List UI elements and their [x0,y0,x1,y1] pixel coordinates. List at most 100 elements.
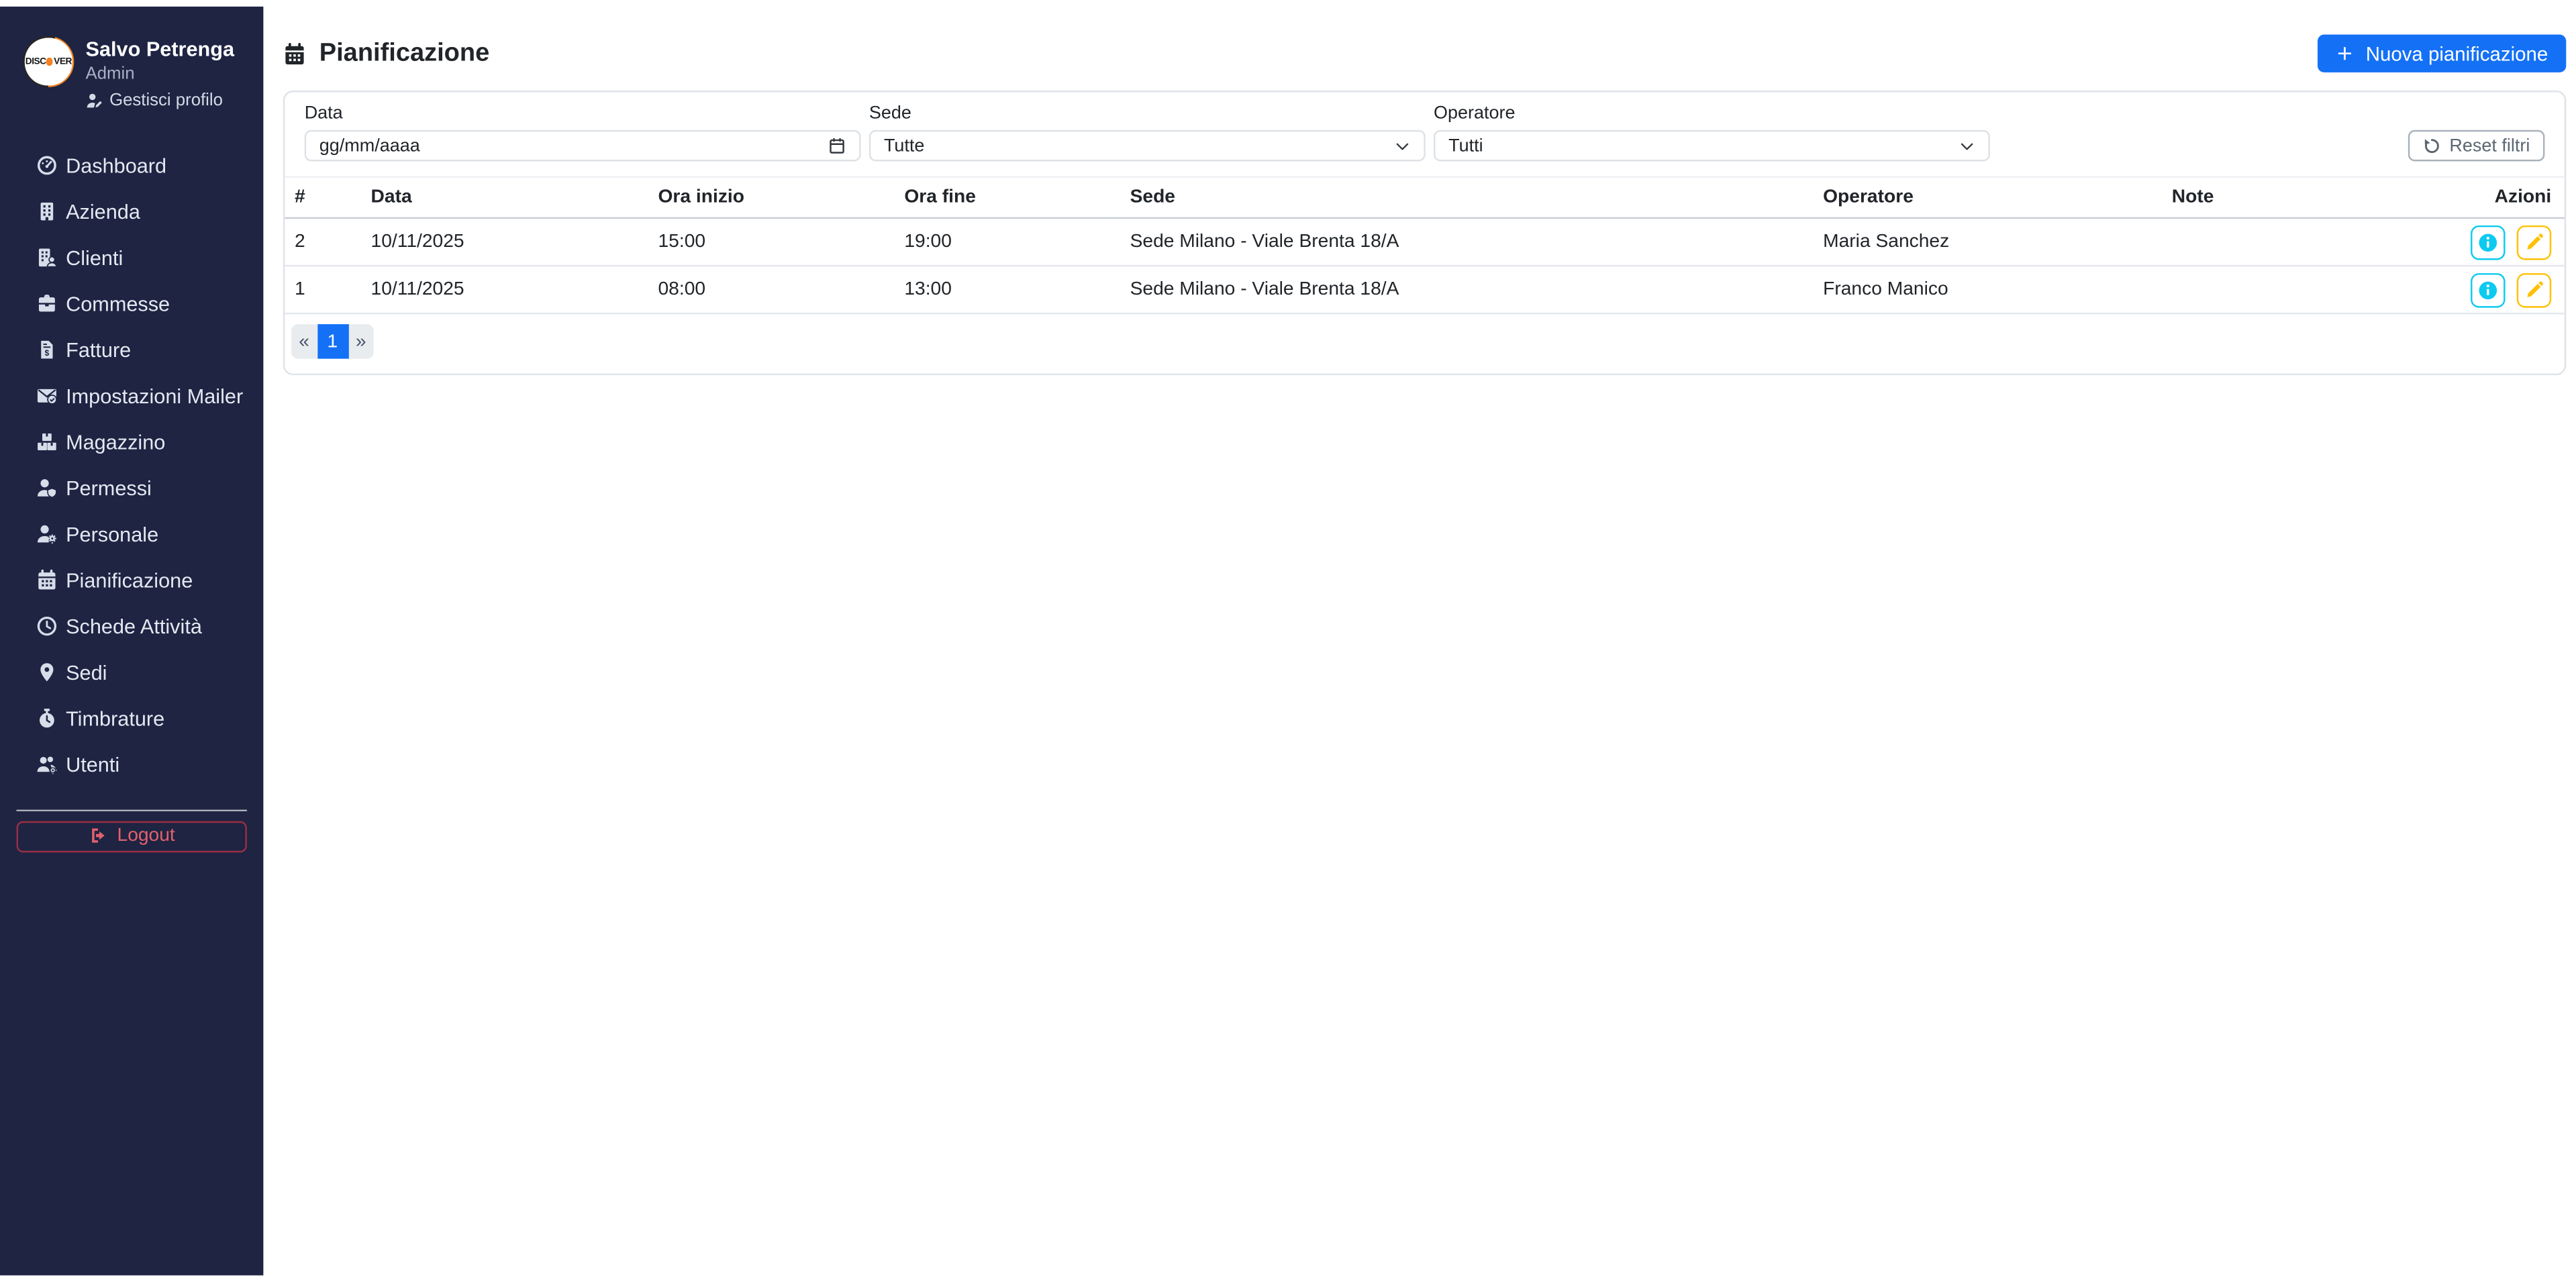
discover-logo: DISCVER [26,38,72,85]
sidebar-item-clienti[interactable]: Clienti [0,234,263,280]
pagination-page-1[interactable]: 1 [317,324,348,359]
manage-profile-link[interactable]: Gestisci profilo [86,91,235,111]
chevron-down-icon [1959,138,1975,154]
table-row: 210/11/202515:0019:00Sede Milano - Viale… [285,218,2565,266]
cell-num: 2 [285,218,358,266]
cell-num: 1 [285,266,358,313]
operatore-select[interactable]: Tutti [1434,130,1990,162]
sidebar-item-magazzino[interactable]: Magazzino [0,419,263,465]
user-gear-icon [35,523,58,545]
cell-note [2159,266,2441,313]
user-pen-icon [86,93,103,110]
column-header-operatore: Operatore [1810,178,2159,218]
users-gear-icon [35,754,58,775]
table-row: 110/11/202508:0013:00Sede Milano - Viale… [285,266,2565,313]
sidebar-item-pianificazione[interactable]: Pianificazione [0,557,263,603]
sidebar-item-fatture[interactable]: $Fatture [0,327,263,373]
sidebar-item-label: Utenti [66,753,119,776]
boxes-icon [35,431,58,453]
filters-bar: Data Sede Tutte Operatore [285,92,2565,178]
column-header-num: # [285,178,358,218]
sidebar-item-sedi[interactable]: Sedi [0,649,263,695]
pagination: «1» [291,324,2565,359]
cell-operatore: Franco Manico [1810,266,2159,313]
sidebar-item-azienda[interactable]: Azienda [0,189,263,235]
page-title: Pianificazione [283,39,489,68]
sidebar-item-dashboard[interactable]: Dashboard [0,142,263,189]
logout-label: Logout [117,826,175,846]
sidebar-item-label: Personale [66,523,158,546]
logout-button[interactable]: Logout [17,821,247,852]
svg-text:$: $ [44,348,48,358]
sidebar-item-label: Dashboard [66,154,166,176]
sidebar: DISCVER Salvo Petrenga Admin Gestisci pr… [0,7,263,1276]
cell-azioni [2441,218,2565,266]
sidebar-item-label: Impostazioni Mailer [66,385,243,407]
edit-button[interactable] [2517,272,2552,307]
circle-info-icon [2477,232,2499,253]
sidebar-item-label: Pianificazione [66,568,193,591]
cell-sede: Sede Milano - Viale Brenta 18/A [1117,266,1810,313]
avatar: DISCVER [23,36,74,87]
manage-profile-label: Gestisci profilo [109,91,223,111]
operatore-filter-label: Operatore [1434,104,1990,123]
date-input[interactable] [305,130,861,162]
sidebar-item-utenti[interactable]: Utenti [0,741,263,788]
profile-block: DISCVER Salvo Petrenga Admin Gestisci pr… [0,7,263,111]
cell-data: 10/11/2025 [358,218,645,266]
date-filter-label: Data [305,104,861,123]
plus-icon [2336,44,2355,62]
new-planning-button[interactable]: Nuova pianificazione [2318,35,2567,72]
file-invoice-icon: $ [35,339,58,360]
location-pin-icon [35,662,58,683]
column-header-ora-fine: Ora fine [891,178,1117,218]
sidebar-item-label: Permessi [66,476,152,499]
chevron-down-icon [1394,138,1411,154]
calendar-icon [283,42,306,65]
circle-info-icon [2477,279,2499,301]
discover-o-mark [47,57,54,66]
sede-select[interactable]: Tutte [869,130,1426,162]
logout-icon [89,827,107,846]
building-icon [35,201,58,222]
sidebar-item-timbrature[interactable]: Timbrature [0,695,263,741]
table-header-row: #DataOra inizioOra fineSedeOperatoreNote… [285,178,2565,218]
sidebar-item-schede-attivit[interactable]: Schede Attività [0,603,263,650]
stopwatch-icon [35,708,58,729]
rotate-left-icon [2423,137,2441,155]
sidebar-item-label: Clienti [66,246,123,269]
sidebar-item-permessi[interactable]: Permessi [0,465,263,511]
cell-ora-fine: 13:00 [891,266,1117,313]
info-button[interactable] [2471,272,2506,307]
date-input-field[interactable] [319,136,828,155]
cell-sede: Sede Milano - Viale Brenta 18/A [1117,218,1810,266]
building-user-icon [35,247,58,268]
user-role: Admin [86,65,235,85]
sidebar-item-personale[interactable]: Personale [0,511,263,557]
sidebar-item-label: Commesse [66,292,170,315]
sidebar-item-label: Azienda [66,200,140,223]
reset-filters-button[interactable]: Reset filtri [2408,130,2544,162]
sidebar-item-impostazioni-mailer[interactable]: Impostazioni Mailer [0,372,263,419]
pagination-next[interactable]: » [348,324,374,359]
app: DISCVER Salvo Petrenga Admin Gestisci pr… [0,0,2576,1281]
column-header-ora-inizio: Ora inizio [645,178,891,218]
page-header: Pianificazione Nuova pianificazione [283,35,2566,72]
sidebar-item-label: Schede Attività [66,615,202,637]
main-content: Pianificazione Nuova pianificazione Data… [263,7,2576,375]
sidebar-item-label: Magazzino [66,430,165,453]
briefcase-icon [35,293,58,315]
gauge-icon [35,155,58,176]
pagination-prev[interactable]: « [291,324,317,359]
user-name: Salvo Petrenga [86,38,235,61]
column-header-data: Data [358,178,645,218]
sede-select-value: Tutte [884,136,1394,155]
sidebar-item-label: Sedi [66,661,107,684]
sidebar-item-commesse[interactable]: Commesse [0,280,263,327]
column-header-note: Note [2159,178,2441,218]
calendar-icon [35,570,58,591]
user-shield-icon [35,477,58,499]
info-button[interactable] [2471,225,2506,260]
edit-button[interactable] [2517,225,2552,260]
sidebar-item-label: Timbrature [66,707,164,729]
